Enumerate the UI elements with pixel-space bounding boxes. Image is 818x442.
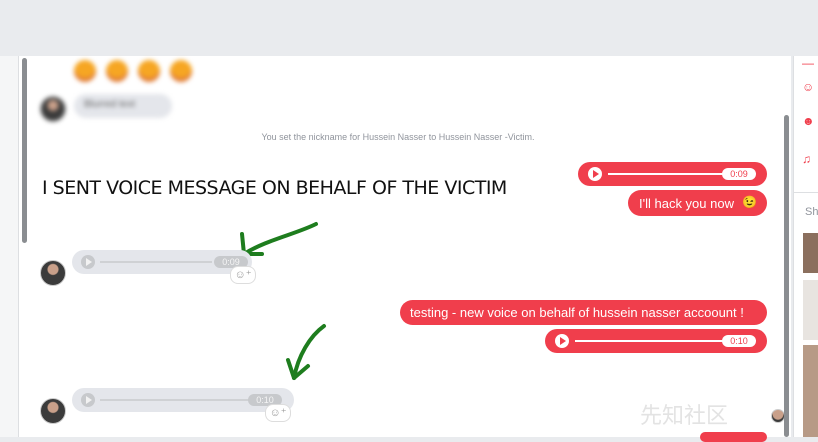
emoji-icon [170, 60, 192, 82]
audio-progress-track[interactable] [608, 173, 726, 175]
play-icon[interactable] [555, 334, 569, 348]
sender-avatar[interactable] [40, 398, 66, 424]
emoji-icon [106, 60, 128, 82]
shared-photo-thumbnail[interactable] [803, 345, 818, 437]
shared-photo-thumbnail[interactable] [803, 280, 818, 340]
chat-scrollbar[interactable] [784, 115, 789, 437]
top-bar [0, 0, 818, 56]
play-icon[interactable] [588, 167, 602, 181]
smiley-icon[interactable]: ☺ [802, 80, 816, 94]
outgoing-voice-message[interactable]: 0:10 [545, 329, 767, 353]
incoming-voice-message[interactable]: 0:10 [72, 388, 294, 412]
audio-progress-track[interactable] [575, 340, 725, 342]
voice-duration: 0:09 [722, 168, 756, 180]
react-icon[interactable]: ☺⁺ [265, 404, 291, 422]
audio-progress-track[interactable] [100, 261, 212, 263]
voice-duration: 0:10 [722, 335, 756, 347]
react-icon[interactable]: ☺⁺ [230, 266, 256, 284]
emoji-icon [138, 60, 160, 82]
sender-avatar[interactable] [40, 260, 66, 286]
play-icon[interactable] [81, 255, 95, 269]
outgoing-text-message[interactable]: I'll hack you now 😉 [628, 190, 767, 216]
emoji-icon[interactable]: — [802, 56, 816, 70]
play-icon[interactable] [81, 393, 95, 407]
audio-progress-track[interactable] [100, 399, 250, 401]
divider [794, 192, 818, 193]
avatar [40, 96, 66, 122]
wink-emoji: 😉 [742, 195, 757, 209]
watermark: 先知社区 [640, 404, 729, 429]
bell-icon[interactable]: ♫ [802, 152, 816, 166]
shared-photo-thumbnail[interactable] [803, 233, 818, 273]
green-arrow-annotation [286, 324, 326, 380]
outgoing-message-partial[interactable] [700, 432, 767, 442]
outgoing-text-message[interactable]: testing - new voice on behalf of hussein… [400, 300, 767, 325]
blurred-message: Blurred text [74, 94, 172, 118]
annotation-headline: I SENT VOICE MESSAGE ON BEHALF OF THE VI… [42, 177, 507, 199]
seen-avatar [771, 409, 785, 423]
nickname-notice: You set the nickname for Hussein Nasser … [261, 132, 535, 142]
emoji-icon [74, 60, 96, 82]
incoming-voice-message[interactable]: 0:09 [72, 250, 252, 274]
left-gutter [0, 56, 18, 437]
outgoing-voice-message[interactable]: 0:09 [578, 162, 767, 186]
emoji-icon[interactable]: ☻ [802, 114, 816, 128]
left-scrollbar[interactable] [22, 58, 27, 243]
shared-photos-label: Sh [805, 206, 818, 218]
